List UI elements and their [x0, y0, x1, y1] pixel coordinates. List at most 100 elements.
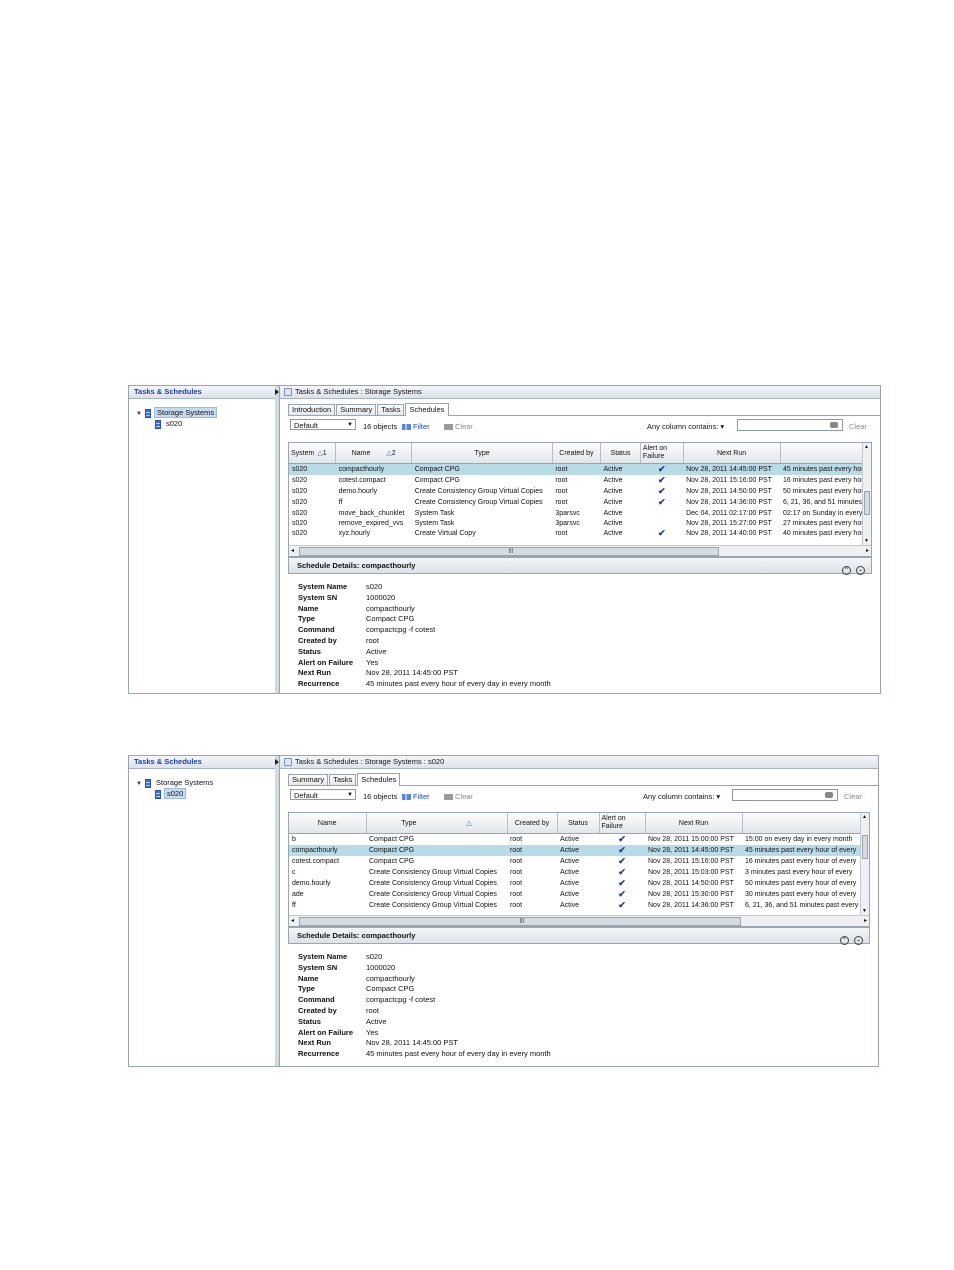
dropdown-arrow-icon: ▼ — [347, 422, 353, 428]
scroll-thumb[interactable]: ||| — [299, 917, 741, 926]
cell-name: move_back_chunklet — [338, 509, 405, 517]
detail-key: Type — [298, 614, 315, 624]
search-input[interactable] — [732, 789, 838, 801]
cell-status: Active — [560, 880, 580, 887]
scroll-down-icon[interactable]: ▼ — [864, 538, 869, 544]
view-select[interactable]: Default ▼ — [290, 789, 356, 800]
collapse-icon[interactable]: ⌃ — [842, 566, 851, 575]
search-input[interactable] — [737, 419, 843, 431]
filter-button[interactable]: Filter — [402, 792, 430, 801]
checkmark-icon: ✔ — [599, 845, 645, 856]
checkmark-icon: ✔ — [618, 856, 626, 866]
detail-value: 45 minutes past every hour of every day … — [366, 1049, 551, 1059]
table-row[interactable]: s020 remove_expired_vvs System Task 3parsvc… — [289, 518, 871, 528]
main-panel: Tasks & Schedules : Storage Systems : s0… — [280, 756, 878, 1066]
tab-schedules[interactable]: Schedules — [405, 403, 449, 416]
scroll-thumb[interactable] — [864, 491, 870, 515]
table-row[interactable]: cotest.compact Compact CPG root Active ✔ Nov … — [289, 856, 861, 867]
any-column-dropdown[interactable]: Any column contains: ▾ — [643, 792, 720, 801]
column-header-alert-on-failure[interactable]: Alert on Failure — [640, 443, 684, 464]
tab-tasks[interactable]: Tasks — [329, 774, 357, 785]
vertical-scrollbar[interactable]: ▲ ▼ — [860, 813, 869, 915]
scroll-thumb[interactable]: ||| — [299, 547, 719, 556]
search-clear-icon[interactable] — [830, 422, 838, 428]
tab-summary[interactable]: Summary — [288, 774, 329, 785]
column-header-recurrence[interactable] — [780, 443, 871, 464]
cell-name: c — [292, 869, 296, 876]
column-header-name[interactable]: Name △2 — [335, 443, 413, 464]
cell-name: demo.hourly — [338, 488, 378, 495]
view-select-value: Default — [294, 791, 318, 800]
cell-recurrence: 30 minutes past every hour of every — [745, 891, 857, 898]
any-column-dropdown[interactable]: Any column contains: ▾ — [647, 422, 724, 431]
column-header-status[interactable]: Status — [557, 813, 600, 834]
detail-value: Compact CPG — [366, 984, 415, 994]
horizontal-scrollbar[interactable]: ◂ ||| ▸ — [289, 915, 869, 926]
detail-row: Command compactcpg -f cotest — [298, 625, 551, 636]
scroll-down-icon[interactable]: ▼ — [862, 908, 867, 914]
collapse-icon[interactable]: ⌃ — [840, 936, 849, 945]
table-row[interactable]: b Compact CPG root Active ✔ Nov 28, 2011 15:0… — [289, 834, 861, 846]
sort-order: 1 — [322, 450, 327, 457]
detail-value: 1000020 — [366, 962, 396, 972]
table-row[interactable]: s020 ff Create Consistency Group Virtual C… — [289, 497, 871, 508]
tree-node-storage-systems[interactable]: ▼ Storage Systems — [129, 777, 275, 788]
column-header-created-by[interactable]: Created by — [552, 443, 602, 464]
table-row[interactable]: compacthourly Compact CPG root Active ✔ Nov 2… — [289, 845, 862, 856]
scroll-thumb[interactable] — [862, 835, 868, 859]
table-row[interactable]: ade Create Consistency Group Virtual Copi… — [289, 889, 861, 900]
cell-name: ff — [292, 902, 296, 909]
tree-node-s020[interactable]: s020 — [129, 418, 275, 429]
table-row[interactable]: s020 move_back_chunklet System Task 3parsvc… — [289, 508, 871, 518]
clear-filter-button[interactable]: Clear — [444, 422, 473, 431]
scroll-right-icon[interactable]: ▸ — [866, 547, 869, 554]
column-header-next-run[interactable]: Next Run — [683, 443, 781, 464]
collapse-arrow-icon[interactable] — [275, 759, 279, 765]
scroll-up-icon[interactable]: ▲ — [862, 814, 867, 820]
search-clear-icon[interactable] — [825, 792, 833, 798]
filter-button[interactable]: Filter — [402, 422, 430, 431]
checkmark-icon: ✔ — [657, 528, 666, 538]
cell-created-by: root — [510, 891, 523, 898]
tree-node-s020[interactable]: s020 — [129, 788, 275, 799]
column-header-type[interactable]: Type △ — [366, 813, 508, 834]
column-header-alert-on-failure[interactable]: Alert on Failure — [599, 813, 646, 834]
column-header-recurrence[interactable] — [742, 813, 862, 834]
detail-value: Active — [366, 1016, 387, 1026]
schedules-table: Name Type △ Created by Status Alert on Fa… — [288, 812, 870, 927]
column-header-created-by[interactable]: Created by — [507, 813, 558, 834]
search-clear-button[interactable]: Clear — [844, 792, 862, 801]
search-clear-button[interactable]: Clear — [849, 422, 867, 431]
tree-node-storage-systems[interactable]: ▼ Storage Systems — [129, 407, 275, 418]
horizontal-scrollbar[interactable]: ◂ ||| ▸ — [289, 545, 871, 556]
view-select[interactable]: Default ▼ — [290, 419, 356, 430]
scroll-right-icon[interactable]: ▸ — [864, 917, 867, 924]
table-row[interactable]: s020 compacthourly Compact CPG root Active ✔ N… — [289, 463, 871, 475]
column-header-status[interactable]: Status — [600, 443, 641, 464]
tab-introduction[interactable]: Introduction — [288, 404, 336, 415]
scroll-up-icon[interactable]: ▲ — [864, 444, 869, 450]
scroll-left-icon[interactable]: ◂ — [291, 547, 294, 554]
column-header-name[interactable]: Name — [289, 813, 367, 834]
column-header-system[interactable]: System △1 — [289, 443, 337, 464]
column-header-type[interactable]: Type — [411, 443, 553, 464]
table-row[interactable]: s020 cotest.compact Compact CPG root Active ✔… — [289, 475, 871, 486]
expand-icon[interactable]: ⌄ — [856, 566, 865, 575]
cell-created-by: root — [555, 488, 568, 495]
vertical-scrollbar[interactable]: ▲ ▼ — [862, 443, 871, 545]
expand-icon[interactable]: ⌄ — [854, 936, 863, 945]
tab-tasks[interactable]: Tasks — [377, 404, 405, 415]
table-row[interactable]: demo.hourly Create Consistency Group Virt… — [289, 878, 861, 889]
tab-summary[interactable]: Summary — [336, 404, 377, 415]
detail-key: Alert on Failure — [298, 1027, 354, 1037]
table-row[interactable]: ff Create Consistency Group Virtual Copie… — [289, 900, 861, 911]
table-row[interactable]: s020 demo.hourly Create Consistency Group … — [289, 486, 871, 497]
table-row[interactable]: s020 xyz.hourly Create Virtual Copy root Act… — [289, 528, 871, 539]
scroll-left-icon[interactable]: ◂ — [291, 917, 294, 924]
collapse-arrow-icon[interactable] — [275, 389, 279, 395]
table-row[interactable]: c Create Consistency Group Virtual Copies… — [289, 867, 861, 878]
cell-status: Active — [603, 509, 623, 517]
column-header-next-run[interactable]: Next Run — [645, 813, 743, 834]
tab-schedules[interactable]: Schedules — [357, 773, 401, 786]
clear-filter-button[interactable]: Clear — [444, 792, 473, 801]
